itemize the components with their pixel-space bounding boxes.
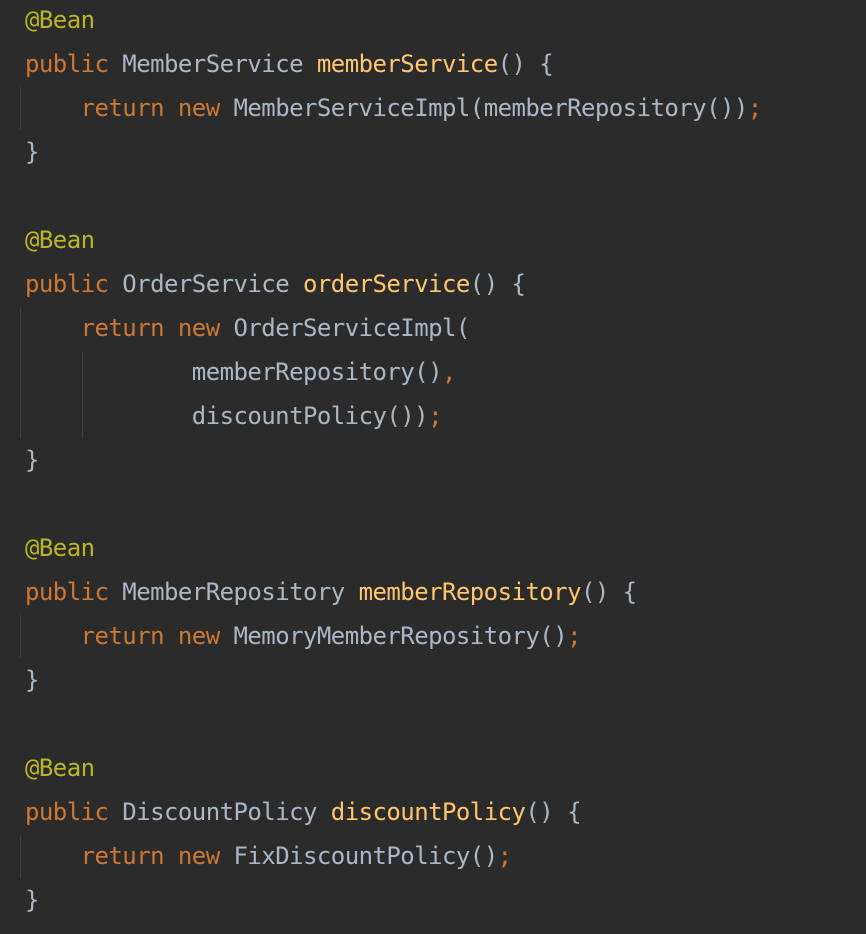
code-token-plain: memberRepository() [25,358,443,386]
code-token-plain: MemberService [108,50,317,78]
code-token-plain: () { [580,578,637,606]
code-token-plain: } [25,138,39,166]
code-token-method_declaration: memberRepository [358,578,582,606]
code-line[interactable]: return new MemoryMemberRepository(); [25,621,582,651]
code-token-plain: OrderServiceImpl( [219,314,471,342]
code-token-annotation: @Bean [25,6,95,34]
code-line[interactable]: public DiscountPolicy discountPolicy() { [25,797,582,827]
code-editor[interactable]: @Bean public MemberService memberService(… [0,0,866,934]
indent-guide-line [20,87,21,130]
code-token-method_declaration: discountPolicy [330,798,526,826]
code-token-keyword: ; [497,842,512,870]
code-line[interactable]: } [25,137,39,167]
code-token-plain: } [25,446,39,474]
code-line[interactable]: } [25,885,39,915]
code-line[interactable]: return new MemberServiceImpl(memberRepos… [25,93,763,123]
code-token-keyword: public [25,270,109,298]
code-line[interactable]: } [25,445,39,475]
code-token-keyword: return new [80,314,221,342]
code-token-keyword: public [25,578,109,606]
code-token-keyword: , [441,358,456,386]
code-token-plain: MemberServiceImpl(memberRepository()) [219,94,749,122]
code-token-keyword: public [25,798,109,826]
code-token-annotation: @Bean [25,226,95,254]
code-token-keyword: return new [80,94,221,122]
code-token-plain: OrderService [108,270,303,298]
code-token-keyword: return new [80,622,221,650]
indent-guide-line [20,615,21,658]
code-token-plain: } [25,886,39,914]
code-token-keyword: ; [428,402,442,430]
code-line[interactable]: @Bean [25,533,95,563]
code-line[interactable]: @Bean [25,225,95,255]
code-line[interactable]: public OrderService orderService() { [25,269,526,299]
code-line[interactable]: @Bean [25,5,95,35]
code-line[interactable]: discountPolicy()); [25,401,443,431]
code-token-keyword: ; [567,622,581,650]
code-token-keyword: return new [80,842,221,870]
code-token-plain: DiscountPolicy [108,798,331,826]
code-token-method_declaration: memberService [316,50,498,78]
code-token-method_declaration: orderService [303,270,470,298]
code-token-annotation: @Bean [25,754,95,782]
code-token-plain: FixDiscountPolicy() [219,842,499,870]
code-line[interactable]: return new FixDiscountPolicy(); [25,841,512,871]
code-line[interactable]: public MemberService memberService() { [25,49,554,79]
code-line[interactable]: memberRepository(), [25,357,457,387]
code-token-plain: MemberRepository [108,578,359,606]
code-line[interactable]: } [25,665,39,695]
indent-guide-line [20,835,21,878]
code-line[interactable]: @Bean [25,753,95,783]
code-token-plain: } [25,666,39,694]
code-token-plain: () { [525,798,581,826]
indent-guide-line [20,307,21,438]
code-line[interactable]: public MemberRepository memberRepository… [25,577,637,607]
code-token-plain: discountPolicy()) [25,402,429,430]
code-token-plain: () { [497,50,554,78]
code-token-keyword: public [25,50,109,78]
code-token-plain: MemoryMemberRepository() [219,622,568,650]
code-token-plain: () { [469,270,526,298]
code-token-keyword: ; [747,94,762,122]
code-token-annotation: @Bean [25,534,95,562]
code-line[interactable]: return new OrderServiceImpl( [25,313,471,343]
